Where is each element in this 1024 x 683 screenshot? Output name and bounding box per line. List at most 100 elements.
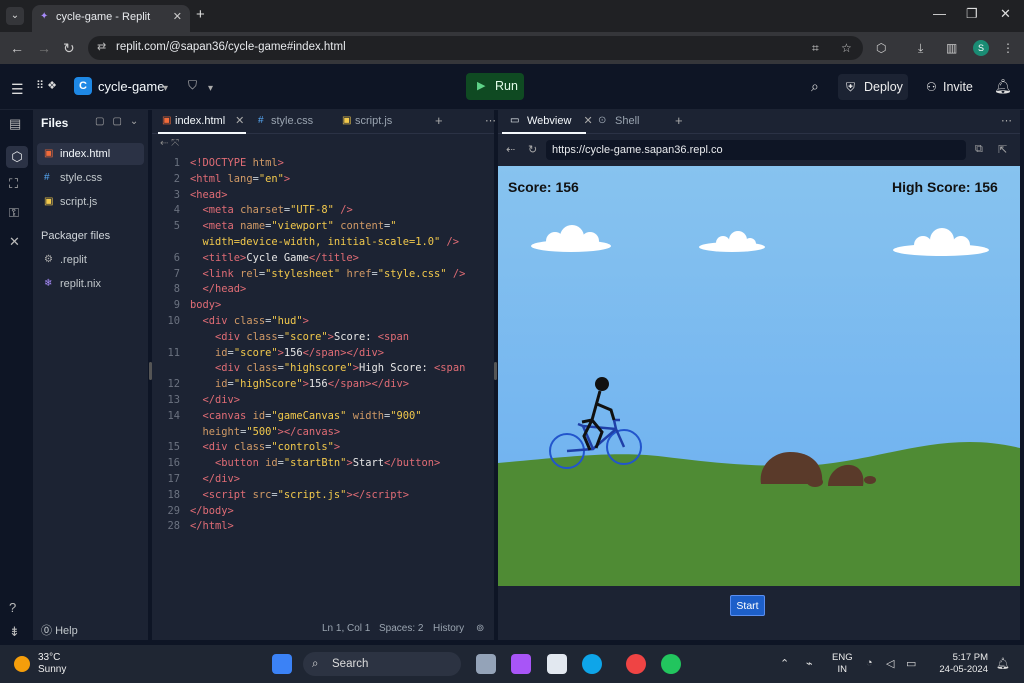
browser-menu-icon[interactable]: ⋮ <box>1002 41 1014 55</box>
profile-avatar[interactable]: S <box>973 40 989 56</box>
help-icon[interactable]: ? <box>9 600 16 615</box>
code-line[interactable]: <div class="highscore">High Score: <span <box>190 361 465 377</box>
tray-chevron-icon[interactable]: ⌃ <box>780 657 789 670</box>
taskbar-search[interactable]: ⌕ Search <box>303 652 461 676</box>
back-icon[interactable]: ⇠ <box>506 143 515 156</box>
tab-shell[interactable]: ⊙ Shell <box>590 110 639 134</box>
code-line[interactable]: </html> <box>190 519 234 535</box>
code-line[interactable]: <meta name="viewport" content=" <box>190 219 397 235</box>
game-canvas[interactable]: Score: 156 High Score: 156 <box>498 166 1020 586</box>
code-line[interactable]: </div> <box>190 393 241 409</box>
code-line[interactable]: id="score">156</span></div> <box>190 346 384 362</box>
start-button[interactable]: Start <box>730 595 765 616</box>
code-line[interactable]: <!DOCTYPE html> <box>190 156 284 172</box>
cursor-position[interactable]: Ln 1, Col 1 <box>322 623 370 634</box>
code-line[interactable]: </body> <box>190 504 234 520</box>
task-view-icon[interactable] <box>476 654 496 674</box>
copilot-icon[interactable] <box>511 654 531 674</box>
code-line[interactable]: body> <box>190 298 221 314</box>
forward-icon[interactable]: → <box>37 40 51 56</box>
tab-index-html[interactable]: ▣ index.html ✕ <box>158 110 246 134</box>
new-window-icon[interactable]: ⇱ <box>998 143 1007 156</box>
address-bar[interactable]: ⇄ replit.com/@sapan36/cycle-game#index.h… <box>88 36 863 60</box>
new-tab-icon[interactable]: + <box>650 110 683 134</box>
translate-icon[interactable]: ⌗ <box>812 41 819 56</box>
chevron-down-icon[interactable]: ▾ <box>163 83 168 94</box>
code-line[interactable]: height="500"></canvas> <box>190 425 341 441</box>
bell-icon[interactable]: 🔔︎ <box>994 78 1012 95</box>
secrets-icon[interactable]: ⚿ <box>9 205 19 221</box>
maximize-icon[interactable]: ❐ <box>966 6 978 22</box>
help-button[interactable]: ⓪ Help <box>41 622 78 638</box>
network-status-icon[interactable]: ⌁ <box>806 657 813 670</box>
split-icon[interactable]: ⇠ ⤧ <box>160 138 179 149</box>
open-external-icon[interactable]: ⧉ <box>975 143 983 156</box>
language-indicator[interactable]: ENG IN <box>832 652 853 676</box>
new-tab-icon[interactable]: + <box>418 110 443 134</box>
tools-icon[interactable]: ⬡ <box>6 146 28 168</box>
clock[interactable]: 5:17 PM 24-05-2024 <box>936 652 988 676</box>
browser-tab[interactable]: ✦ cycle-game - Replit ✕ <box>32 5 190 32</box>
volume-icon[interactable]: ◁ <box>886 657 894 670</box>
file-item-index[interactable]: ▣ index.html <box>37 143 144 165</box>
close-window-icon[interactable]: ✕ <box>1000 6 1011 22</box>
indent-setting[interactable]: Spaces: 2 <box>379 623 423 634</box>
close-icon[interactable]: ✕ <box>235 115 244 127</box>
code-line[interactable]: <button id="startBtn">Start</button> <box>190 456 440 472</box>
code-line[interactable]: <div class="score">Score: <span <box>190 330 409 346</box>
code-line[interactable]: <link rel="stylesheet" href="style.css" … <box>190 267 466 283</box>
git-icon[interactable]: ✕ <box>9 234 20 250</box>
code-line[interactable]: <div class="controls"> <box>190 440 341 456</box>
code-line[interactable]: <head> <box>190 188 228 204</box>
reload-icon[interactable]: ↻ <box>528 143 537 156</box>
chrome-profile-icon[interactable] <box>661 654 681 674</box>
code-line[interactable]: <title>Cycle Game</title> <box>190 251 359 267</box>
menu-icon[interactable]: ☰ <box>11 81 24 98</box>
tab-script-js[interactable]: ▣ script.js <box>338 110 392 134</box>
replit-logo-icon[interactable]: ⠿ ❖ <box>36 79 57 92</box>
file-item-style[interactable]: # style.css <box>37 167 144 189</box>
tab-search-icon[interactable]: ⌄ <box>6 7 24 25</box>
code-line[interactable]: </div> <box>190 472 241 488</box>
edge-icon[interactable] <box>582 654 602 674</box>
chrome-icon[interactable] <box>626 654 646 674</box>
project-name[interactable]: cycle-game <box>98 79 164 94</box>
code-line[interactable]: </head> <box>190 282 247 298</box>
file-actions-icon[interactable]: ▢▢⌄ <box>95 116 146 127</box>
code-line[interactable]: <script src="script.js"></script> <box>190 488 410 504</box>
tab-webview[interactable]: ▭ Webview ✕ <box>502 110 593 134</box>
back-icon[interactable]: ← <box>10 40 24 56</box>
run-button[interactable]: ▶ Run <box>466 73 524 100</box>
shield-icon[interactable]: ⛉ <box>188 78 197 93</box>
new-tab-icon[interactable]: + <box>196 6 205 23</box>
code-line[interactable]: id="highScore">156</span></div> <box>190 377 409 393</box>
more-icon[interactable]: ⋯ <box>468 110 496 134</box>
site-info-icon[interactable]: ⇄ <box>97 40 106 53</box>
notification-bell-icon[interactable]: 🔔︎ <box>996 657 1010 670</box>
invite-button[interactable]: ⚇ Invite <box>918 74 980 100</box>
close-tab-icon[interactable]: ✕ <box>173 5 182 29</box>
search-icon[interactable]: ⌕ <box>811 78 819 95</box>
packages-icon[interactable]: ⛶ <box>9 176 18 192</box>
code-line[interactable]: <div class="hud"> <box>190 314 309 330</box>
chevron-down-icon[interactable]: ▾ <box>208 83 213 94</box>
code-line[interactable]: <html lang="en"> <box>190 172 290 188</box>
code-line[interactable]: <canvas id="gameCanvas" width="900" <box>190 409 422 425</box>
sidepanel-icon[interactable]: ▥ <box>946 41 957 55</box>
more-icon[interactable]: ⋯ <box>1001 114 1012 127</box>
settings-icon[interactable]: ⊚ <box>476 623 484 634</box>
history-button[interactable]: History <box>433 623 464 634</box>
file-item-nix[interactable]: ❄ replit.nix <box>37 273 144 295</box>
reload-icon[interactable]: ↻ <box>63 40 75 57</box>
code-line[interactable]: width=device-width, initial-scale=1.0" /… <box>190 235 460 251</box>
wifi-icon[interactable]: ◔ <box>866 657 873 669</box>
battery-icon[interactable]: ▭ <box>906 657 916 670</box>
webview-url[interactable]: https://cycle-game.sapan36.repl.co <box>546 140 966 160</box>
file-item-script[interactable]: ▣ script.js <box>37 191 144 213</box>
download-icon[interactable]: ⤓ <box>918 41 923 56</box>
minimize-icon[interactable]: — <box>933 6 946 21</box>
tab-style-css[interactable]: # style.css <box>254 110 313 134</box>
file-item-replit[interactable]: ⚙ .replit <box>37 249 144 271</box>
bookmark-star-icon[interactable]: ☆ <box>841 41 852 55</box>
store-icon[interactable] <box>547 654 567 674</box>
